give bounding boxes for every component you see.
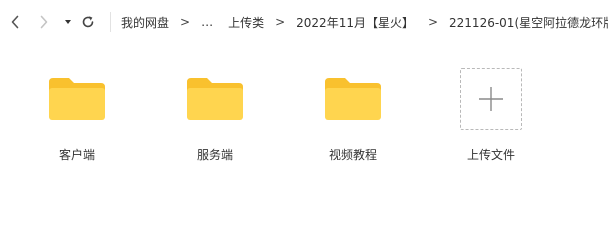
breadcrumb-item-root[interactable]: 我的网盘 xyxy=(121,14,169,31)
chevron-right-icon xyxy=(40,15,48,29)
upload-dropzone[interactable] xyxy=(460,68,522,130)
folder-name: 客户端 xyxy=(58,148,95,162)
folder-icon xyxy=(49,78,105,120)
breadcrumb-ellipsis[interactable]: … xyxy=(201,15,214,29)
folder-tile-server[interactable]: 服务端 xyxy=(170,60,260,170)
breadcrumb-separator: > xyxy=(180,15,191,29)
folder-name: 视频教程 xyxy=(328,148,377,162)
plus-icon xyxy=(479,87,503,111)
breadcrumb-item-month[interactable]: 2022年11月【星火】 xyxy=(296,14,414,31)
forward-button[interactable] xyxy=(35,12,53,32)
breadcrumb: 我的网盘 > … 上传类 > 2022年11月【星火】 > 221126-01(… xyxy=(121,13,608,31)
caret-down-icon xyxy=(65,20,71,24)
back-button[interactable] xyxy=(6,12,24,32)
upload-file-tile[interactable]: 上传文件 xyxy=(446,60,536,170)
breadcrumb-item-current[interactable]: 221126-01(星空阿拉德龙环版) xyxy=(449,14,608,31)
breadcrumb-separator: > xyxy=(427,15,439,29)
chevron-left-icon xyxy=(11,15,19,29)
file-grid: 客户端 服务端 视频教程 上传文件 xyxy=(0,60,608,170)
folder-icon xyxy=(325,78,381,120)
history-dropdown-button[interactable] xyxy=(59,12,77,32)
toolbar-divider xyxy=(110,12,111,32)
refresh-button[interactable] xyxy=(79,12,97,32)
folder-tile-client[interactable]: 客户端 xyxy=(32,60,122,170)
toolbar: 我的网盘 > … 上传类 > 2022年11月【星火】 > 221126-01(… xyxy=(0,0,608,44)
folder-tile-video-tutorial[interactable]: 视频教程 xyxy=(308,60,398,170)
folder-name: 服务端 xyxy=(196,148,233,162)
breadcrumb-separator: > xyxy=(275,15,286,29)
refresh-icon xyxy=(82,16,94,28)
upload-label: 上传文件 xyxy=(466,148,515,162)
breadcrumb-item-upload-category[interactable]: 上传类 xyxy=(228,14,264,31)
folder-icon xyxy=(187,78,243,120)
